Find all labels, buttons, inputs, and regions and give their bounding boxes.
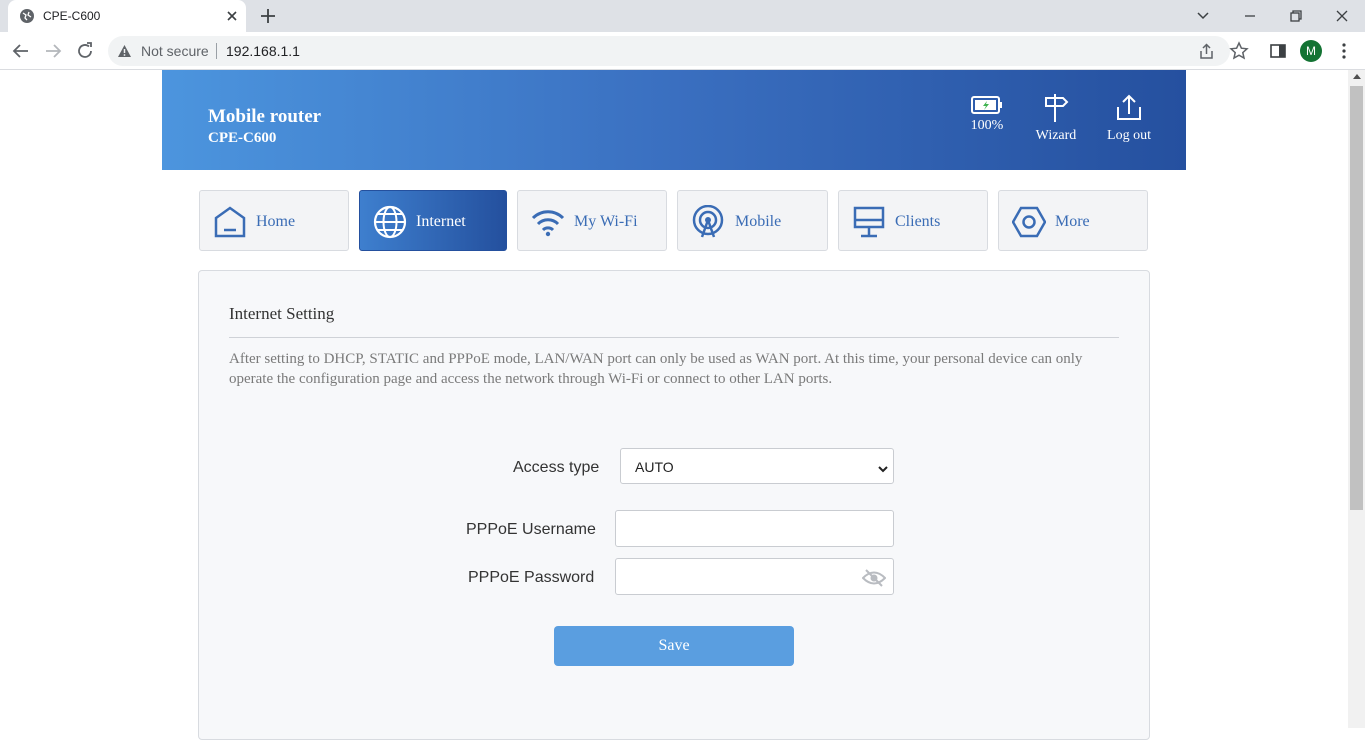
nav-tab-label: Internet [416,213,466,230]
globe-icon [373,205,407,239]
side-panel-icon[interactable] [1268,41,1288,61]
back-arrow-icon[interactable] [10,40,32,62]
nav-tab-clients[interactable]: Clients [838,190,988,251]
address-bar[interactable]: Not secure 192.168.1.1 [108,36,1230,66]
panel-description: After setting to DHCP, STATIC and PPPoE … [229,351,1083,387]
home-icon [213,205,247,239]
tab-search-chevron-icon[interactable] [1191,4,1215,28]
router-title: Mobile router [208,106,322,127]
upload-logout-icon [1117,94,1141,120]
battery-icon [971,96,1002,114]
internet-settings-panel: Internet Setting After setting to DHCP, … [198,270,1150,740]
security-label[interactable]: Not secure [141,43,209,59]
router-model: CPE-C600 [208,130,277,146]
new-tab-icon[interactable] [258,6,278,26]
logout-button[interactable]: Log out [1104,92,1154,144]
pppoe-password-input[interactable] [615,558,894,595]
eye-slash-icon[interactable] [861,569,887,587]
access-type-select[interactable]: AUTO [620,448,894,484]
pppoe-password-label: PPPoE Password [468,569,595,586]
nav-tab-my-wifi[interactable]: My Wi-Fi [517,190,667,251]
access-type-value: AUTO [635,459,674,475]
pppoe-username-label: PPPoE Username [466,521,596,538]
nav-tab-internet[interactable]: Internet [359,190,507,251]
warning-triangle-icon[interactable] [117,44,132,58]
scroll-up-arrow-icon[interactable] [1353,74,1361,79]
wifi-icon [531,205,565,239]
router-header: Mobile router CPE-C600 100% Wizard Log o… [162,70,1186,170]
nav-tab-label: My Wi-Fi [574,213,638,230]
url-text[interactable]: 192.168.1.1 [226,43,300,59]
nav-tab-label: More [1055,213,1090,230]
tab-title: CPE-C600 [43,9,101,23]
nav-tab-label: Home [256,213,296,230]
nav-tab-more[interactable]: More [998,190,1148,251]
nav-tab-label: Clients [895,213,941,230]
access-type-label: Access type [513,459,600,476]
monitor-icon [852,205,886,239]
wizard-button[interactable]: Wizard [1034,92,1078,144]
scrollbar-thumb[interactable] [1350,86,1363,510]
omnibox-separator [216,43,217,59]
globe-favicon-icon [20,9,34,23]
battery-status: 100% [970,96,1004,134]
chevron-down-icon [878,461,888,473]
forward-arrow-icon[interactable] [42,40,64,62]
antenna-icon [691,204,725,239]
bookmark-star-icon[interactable] [1229,41,1249,61]
browser-tab[interactable]: CPE-C600 [8,0,246,32]
logout-label[interactable]: Log out [1107,128,1151,143]
profile-avatar[interactable]: M [1300,40,1322,62]
browser-tabstrip: CPE-C600 [0,0,1365,32]
save-button[interactable]: Save [554,626,794,666]
kebab-menu-icon[interactable] [1334,41,1354,61]
nav-tab-mobile[interactable]: Mobile [677,190,828,251]
minimize-icon[interactable] [1238,4,1262,28]
nav-tab-label: Mobile [735,213,782,230]
browser-toolbar: Not secure 192.168.1.1 [0,32,1365,70]
hexagon-icon [1011,205,1047,239]
close-window-icon[interactable] [1330,4,1354,28]
restore-icon[interactable] [1284,4,1308,28]
signpost-icon [1045,94,1069,122]
share-icon[interactable] [1198,43,1215,60]
panel-divider [229,337,1119,338]
nav-tab-home[interactable]: Home [199,190,349,251]
battery-label: 100% [970,118,1004,133]
pppoe-username-input[interactable] [615,510,894,547]
panel-title: Internet Setting [229,304,335,323]
reload-icon[interactable] [74,40,96,62]
wizard-label[interactable]: Wizard [1036,128,1077,143]
tab-close-icon[interactable] [223,7,241,25]
